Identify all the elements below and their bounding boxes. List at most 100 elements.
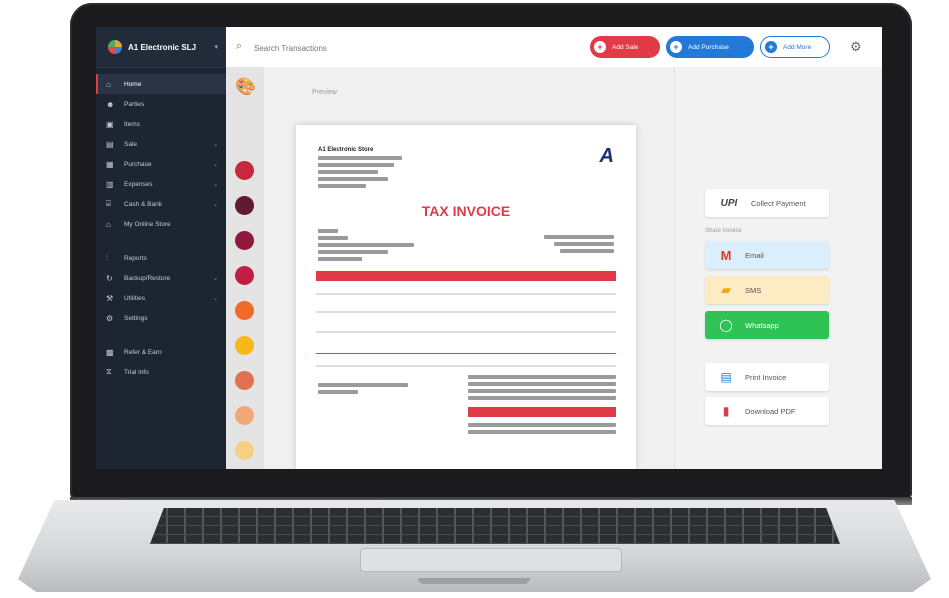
sidebar-item-backup[interactable]: ↻ Backup/Restore ⌄ bbox=[96, 268, 226, 288]
text-line bbox=[468, 430, 616, 434]
print-invoice-button[interactable]: ▤ Print Invoice bbox=[705, 363, 829, 391]
sidebar-item-label: Parties bbox=[124, 100, 145, 108]
text-line bbox=[318, 156, 402, 160]
sidebar-item-home[interactable]: ⌂ Home bbox=[96, 74, 226, 94]
sidebar: A1 Electronic SLJ ▾ ⌂ Home ☻ Parties ▣ I… bbox=[96, 27, 226, 469]
sidebar-item-trial-info[interactable]: ⧖ Trial info bbox=[96, 362, 226, 382]
gift-icon: ▩ bbox=[106, 347, 114, 357]
sidebar-item-items[interactable]: ▣ Items bbox=[96, 114, 226, 134]
sidebar-item-settings[interactable]: ⚙ Settings bbox=[96, 308, 226, 328]
table-row bbox=[316, 331, 616, 333]
color-swatch[interactable] bbox=[235, 231, 254, 250]
print-invoice-label: Print Invoice bbox=[745, 372, 787, 382]
add-more-button[interactable]: + Add More bbox=[760, 36, 830, 58]
email-label: Email bbox=[745, 250, 764, 260]
text-line bbox=[318, 177, 388, 181]
laptop-notch bbox=[418, 578, 530, 584]
whatsapp-button[interactable]: ◯ Whatsapp bbox=[705, 311, 829, 339]
sidebar-item-label: Sale bbox=[124, 140, 138, 148]
sidebar-item-utilities[interactable]: ⚒ Utilities ⌄ bbox=[96, 288, 226, 308]
sidebar-item-label: Items bbox=[124, 120, 140, 128]
store-icon: ⌂ bbox=[106, 219, 111, 229]
sidebar-item-sale[interactable]: ▤ Sale ⌄ bbox=[96, 134, 226, 154]
color-swatch[interactable] bbox=[235, 406, 254, 425]
text-line bbox=[318, 163, 394, 167]
sidebar-item-reports[interactable]: ⫶ Reports bbox=[96, 248, 226, 268]
gear-icon[interactable]: ⚙ bbox=[850, 39, 862, 55]
collect-payment-button[interactable]: UPI Collect Payment bbox=[705, 189, 829, 217]
sidebar-item-parties[interactable]: ☻ Parties bbox=[96, 94, 226, 114]
sidebar-item-refer-earn[interactable]: ▩ Refer & Earn bbox=[96, 342, 226, 362]
chevron-down-icon: ⌄ bbox=[212, 161, 218, 168]
sidebar-item-expenses[interactable]: ▥ Expenses ⌄ bbox=[96, 174, 226, 194]
invoice-table-header bbox=[316, 271, 616, 281]
plus-icon: + bbox=[765, 41, 777, 53]
add-sale-label: Add Sale bbox=[612, 43, 639, 51]
chevron-down-icon: ⌄ bbox=[212, 295, 218, 302]
add-purchase-button[interactable]: + Add Purchase bbox=[666, 36, 754, 58]
invoice-preview-panel: Preview A1 Electronic Store A TAX INVOIC… bbox=[264, 67, 674, 469]
text-line bbox=[468, 423, 616, 427]
brand-name: A1 Electronic SLJ bbox=[128, 42, 197, 52]
laptop-screen: A1 Electronic SLJ ▾ ⌂ Home ☻ Parties ▣ I… bbox=[96, 27, 882, 469]
chevron-down-icon: ⌄ bbox=[212, 181, 218, 188]
sidebar-item-label: Trial info bbox=[124, 368, 149, 376]
chevron-down-icon: ⌄ bbox=[212, 141, 218, 148]
color-swatch[interactable] bbox=[235, 266, 254, 285]
sms-button[interactable]: ▰ SMS bbox=[705, 276, 829, 304]
pdf-icon: ▮ bbox=[722, 404, 730, 418]
search-input[interactable] bbox=[252, 39, 456, 57]
wallet-icon: ▥ bbox=[106, 179, 114, 189]
invoice-notes-lines bbox=[318, 383, 408, 397]
text-line bbox=[318, 390, 358, 394]
text-line bbox=[468, 375, 616, 379]
text-line bbox=[468, 382, 616, 386]
box-icon: ▣ bbox=[106, 119, 114, 129]
sidebar-item-label: Expenses bbox=[124, 180, 153, 188]
text-line bbox=[318, 236, 348, 240]
text-line bbox=[318, 243, 414, 247]
color-swatch[interactable] bbox=[235, 161, 254, 180]
email-button[interactable]: M Email bbox=[705, 241, 829, 269]
invoice-balance-lines bbox=[468, 423, 616, 437]
invoice-actions-panel: UPI Collect Payment Share Invoice M Emai… bbox=[674, 67, 882, 469]
invoice-total-bar bbox=[468, 407, 616, 417]
cart-icon: ▦ bbox=[106, 159, 114, 169]
sidebar-item-purchase[interactable]: ▦ Purchase ⌄ bbox=[96, 154, 226, 174]
brand-logo-icon bbox=[108, 40, 122, 54]
color-swatch[interactable] bbox=[235, 441, 254, 460]
download-pdf-button[interactable]: ▮ Download PDF bbox=[705, 397, 829, 425]
sidebar-item-label: Purchase bbox=[124, 160, 152, 168]
sidebar-item-label: Home bbox=[124, 80, 142, 88]
invoice-logo: A bbox=[599, 145, 614, 167]
receipt-icon: ▤ bbox=[106, 139, 114, 149]
palette-icon[interactable]: 🎨 bbox=[235, 77, 256, 97]
search-icon: ⌕ bbox=[236, 40, 243, 52]
add-purchase-label: Add Purchase bbox=[688, 43, 729, 51]
chat-bubble-icon: ▰ bbox=[721, 282, 731, 297]
sidebar-item-online-store[interactable]: ⌂ My Online Store bbox=[96, 214, 226, 234]
color-swatch[interactable] bbox=[235, 301, 254, 320]
theme-palette: 🎨 bbox=[226, 67, 264, 469]
invoice-company-name: A1 Electronic Store bbox=[318, 147, 374, 153]
text-line bbox=[318, 170, 378, 174]
add-sale-button[interactable]: + Add Sale bbox=[590, 36, 660, 58]
table-row bbox=[316, 353, 616, 354]
top-bar: ⌕ + Add Sale + Add Purchase + Add More ⚙ bbox=[226, 27, 882, 68]
users-icon: ☻ bbox=[106, 99, 115, 109]
nav-divider bbox=[96, 328, 226, 342]
preview-label: Preview bbox=[312, 89, 337, 96]
chevron-down-icon: ▾ bbox=[214, 44, 218, 51]
brand-header[interactable]: A1 Electronic SLJ ▾ bbox=[96, 27, 226, 68]
color-swatch[interactable] bbox=[235, 371, 254, 390]
sidebar-item-label: My Online Store bbox=[124, 220, 171, 228]
color-swatch[interactable] bbox=[235, 336, 254, 355]
sidebar-nav: ⌂ Home ☻ Parties ▣ Items ▤ Sale ⌄ ▦ Purc… bbox=[96, 68, 226, 382]
home-icon: ⌂ bbox=[106, 79, 111, 89]
sidebar-item-cash-bank[interactable]: ⌸ Cash & Bank ⌄ bbox=[96, 194, 226, 214]
sidebar-item-label: Backup/Restore bbox=[124, 274, 171, 282]
text-line bbox=[318, 250, 388, 254]
color-swatch[interactable] bbox=[235, 196, 254, 215]
nav-divider bbox=[96, 234, 226, 248]
printer-icon: ▤ bbox=[720, 370, 732, 384]
